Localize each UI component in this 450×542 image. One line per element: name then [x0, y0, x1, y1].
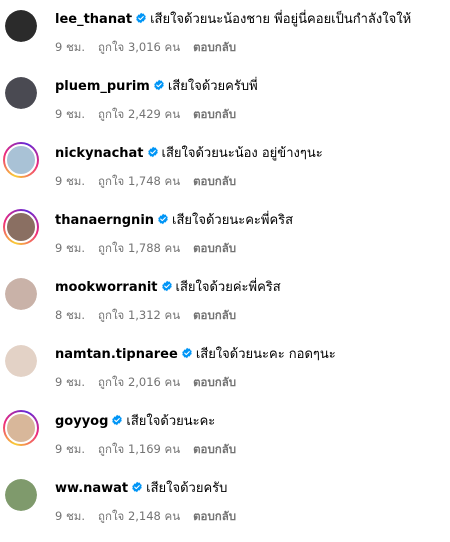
avatar[interactable] [3, 410, 39, 446]
comment-time: 8 ชม. [55, 308, 86, 322]
verified-badge-icon [154, 79, 164, 91]
avatar[interactable] [5, 345, 37, 377]
comment-meta: 9 ชม. ถูกใจ 3,016 คน ตอบกลับ [55, 39, 249, 55]
comment-list: lee_thanat เสียใจด้วยนะน้องชาย พี่อยู่นี่… [0, 0, 450, 542]
comment-username[interactable]: nickynachat [55, 146, 144, 161]
comment-item: mookworranit เสียใจด้วยค่ะพี่คริส 8 ชม. ถู… [0, 268, 450, 328]
verified-badge-icon [182, 347, 192, 359]
comment-line: goyyog เสียใจด้วยนะคะ [55, 413, 215, 431]
comment-text: เสียใจด้วยครับ [146, 481, 228, 496]
avatar-image [5, 412, 37, 444]
comment-likes[interactable]: ถูกใจ 1,788 คน [98, 241, 180, 255]
comment-line: pluem_purim เสียใจด้วยครับพี่ [55, 78, 258, 96]
comment-likes[interactable]: ถูกใจ 1,169 คน [98, 442, 180, 456]
reply-button[interactable]: ตอบกลับ [193, 375, 236, 389]
comment-item: pluem_purim เสียใจด้วยครับพี่ 9 ชม. ถูกใจ … [0, 67, 450, 127]
comment-time: 9 ชม. [55, 375, 86, 389]
comment-line: nickynachat เสียใจด้วยนะน้อง อยู่ข้างๆนะ [55, 145, 323, 163]
comment-username[interactable]: namtan.tipnaree [55, 347, 178, 362]
comment-meta: 9 ชม. ถูกใจ 1,788 คน ตอบกลับ [55, 240, 249, 256]
comment-likes[interactable]: ถูกใจ 2,429 คน [98, 107, 180, 121]
avatar[interactable] [5, 10, 37, 42]
comment-item: ww.nawat เสียใจด้วยครับ 9 ชม. ถูกใจ 2,148 … [0, 469, 450, 529]
avatar[interactable] [3, 142, 39, 178]
comment-text: เสียใจด้วยนะคะ กอดๆนะ [195, 347, 336, 362]
comment-meta: 9 ชม. ถูกใจ 2,148 คน ตอบกลับ [55, 508, 249, 524]
reply-button[interactable]: ตอบกลับ [193, 40, 236, 54]
reply-button[interactable]: ตอบกลับ [193, 442, 236, 456]
comment-time: 9 ชม. [55, 241, 86, 255]
comment-likes[interactable]: ถูกใจ 2,016 คน [98, 375, 180, 389]
reply-button[interactable]: ตอบกลับ [193, 174, 236, 188]
verified-badge-icon [136, 12, 146, 24]
comment-text: เสียใจด้วยนะน้องชาย พี่อยู่นี่คอยเป็นกำล… [150, 12, 412, 27]
comment-username[interactable]: pluem_purim [55, 79, 150, 94]
comment-item: nickynachat เสียใจด้วยนะน้อง อยู่ข้างๆนะ … [0, 134, 450, 194]
comment-item: lee_thanat เสียใจด้วยนะน้องชาย พี่อยู่นี่… [0, 0, 450, 60]
comment-likes[interactable]: ถูกใจ 2,148 คน [98, 509, 180, 523]
comment-time: 9 ชม. [55, 442, 86, 456]
comment-username[interactable]: thanaerngnin [55, 213, 154, 228]
comment-item: namtan.tipnaree เสียใจด้วยนะคะ กอดๆนะ 9 ช… [0, 335, 450, 395]
avatar[interactable] [5, 479, 37, 511]
comment-meta: 9 ชม. ถูกใจ 1,748 คน ตอบกลับ [55, 173, 249, 189]
comment-line: thanaerngnin เสียใจด้วยนะคะพี่คริส [55, 212, 293, 230]
comment-time: 9 ชม. [55, 40, 86, 54]
verified-badge-icon [147, 146, 158, 158]
verified-badge-icon [112, 414, 123, 426]
comment-meta: 9 ชม. ถูกใจ 2,016 คน ตอบกลับ [55, 374, 249, 390]
comment-username[interactable]: mookworranit [55, 280, 158, 295]
comment-text: เสียใจด้วยครับพี่ [167, 79, 258, 94]
comment-username[interactable]: ww.nawat [55, 481, 128, 496]
comment-line: namtan.tipnaree เสียใจด้วยนะคะ กอดๆนะ [55, 346, 336, 364]
comment-text: เสียใจด้วยค่ะพี่คริส [175, 280, 281, 295]
comment-line: lee_thanat เสียใจด้วยนะน้องชาย พี่อยู่นี่… [55, 11, 411, 29]
comment-time: 9 ชม. [55, 107, 86, 121]
comment-time: 9 ชม. [55, 174, 86, 188]
avatar-image [5, 144, 37, 176]
reply-button[interactable]: ตอบกลับ [193, 509, 236, 523]
avatar[interactable] [5, 77, 37, 109]
reply-button[interactable]: ตอบกลับ [193, 241, 236, 255]
avatar-image [5, 278, 37, 310]
comment-username[interactable]: goyyog [55, 414, 108, 429]
comment-item: thanaerngnin เสียใจด้วยนะคะพี่คริส 9 ชม. ถ… [0, 201, 450, 261]
comment-text: เสียใจด้วยนะคะพี่คริส [172, 213, 294, 228]
comment-text: เสียใจด้วยนะคะ [126, 414, 216, 429]
avatar-image [5, 77, 37, 109]
verified-badge-icon [161, 280, 172, 292]
comment-line: mookworranit เสียใจด้วยค่ะพี่คริส [55, 279, 281, 297]
verified-badge-icon [132, 481, 142, 493]
reply-button[interactable]: ตอบกลับ [193, 107, 236, 121]
avatar-image [5, 479, 37, 511]
comment-likes[interactable]: ถูกใจ 3,016 คน [98, 40, 180, 54]
comment-meta: 9 ชม. ถูกใจ 1,169 คน ตอบกลับ [55, 441, 249, 457]
comment-username[interactable]: lee_thanat [55, 12, 132, 27]
comment-text: เสียใจด้วยนะน้อง อยู่ข้างๆนะ [161, 146, 323, 161]
verified-badge-icon [158, 213, 168, 225]
avatar-image [5, 10, 37, 42]
avatar-image [5, 211, 37, 243]
reply-button[interactable]: ตอบกลับ [193, 308, 236, 322]
avatar[interactable] [5, 278, 37, 310]
avatar-image [5, 345, 37, 377]
comment-meta: 9 ชม. ถูกใจ 2,429 คน ตอบกลับ [55, 106, 249, 122]
comment-likes[interactable]: ถูกใจ 1,312 คน [98, 308, 180, 322]
avatar[interactable] [3, 209, 39, 245]
comment-likes[interactable]: ถูกใจ 1,748 คน [98, 174, 180, 188]
comment-meta: 8 ชม. ถูกใจ 1,312 คน ตอบกลับ [55, 307, 249, 323]
comment-item: goyyog เสียใจด้วยนะคะ 9 ชม. ถูกใจ 1,169 คน… [0, 402, 450, 462]
comment-line: ww.nawat เสียใจด้วยครับ [55, 480, 227, 498]
comment-time: 9 ชม. [55, 509, 86, 523]
